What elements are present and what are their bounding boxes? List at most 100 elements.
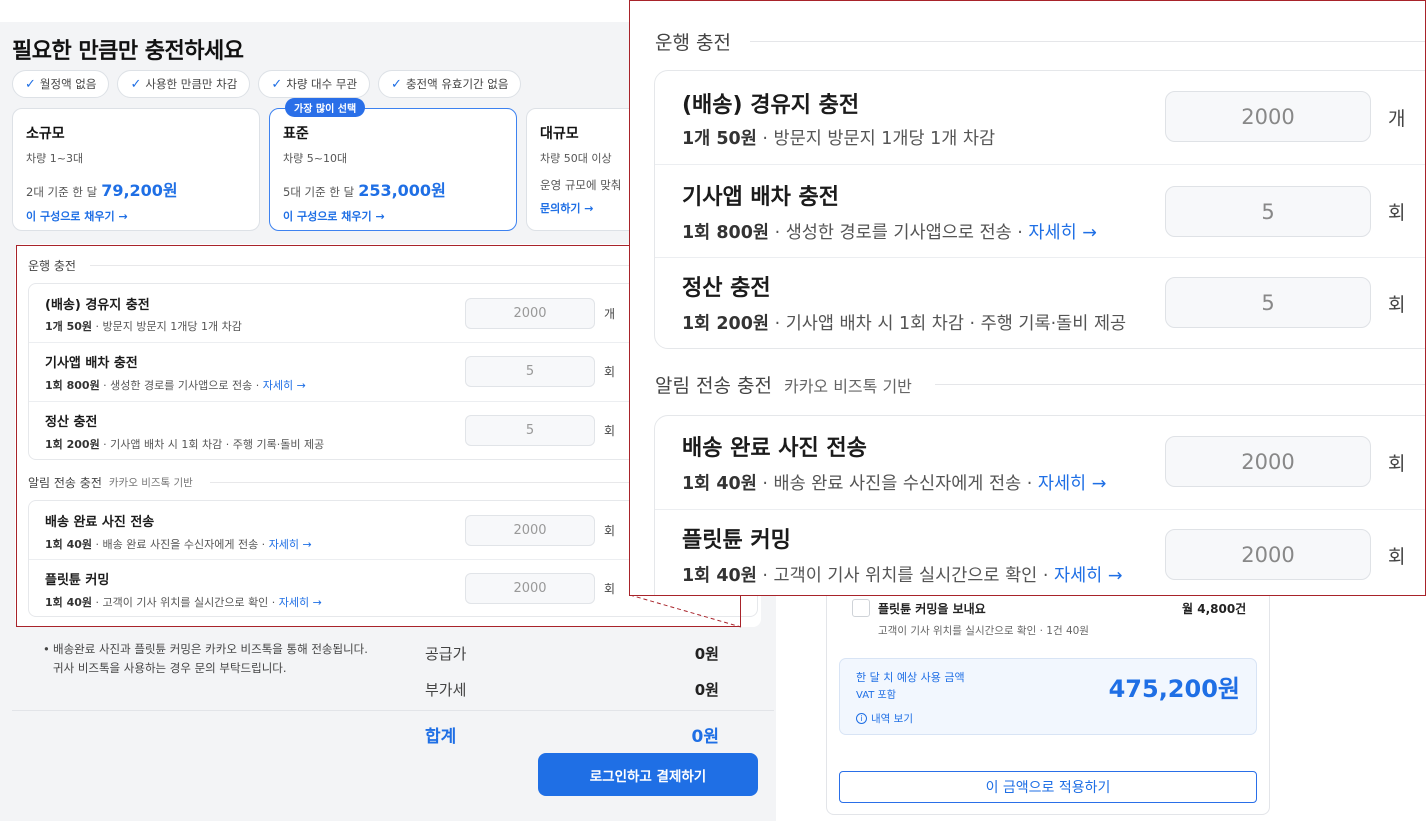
section-tag: 카카오 비즈톡 기반 xyxy=(108,477,193,489)
item-title: 플릿튠 커밍 xyxy=(45,573,110,588)
view-details-link[interactable]: i 내역 보기 xyxy=(856,711,913,726)
detail-link[interactable]: 자세히 → xyxy=(263,379,306,392)
item-price: 1개 50원 xyxy=(45,320,93,333)
estimate-item-title: 플릿튠 커밍을 보내요 xyxy=(878,602,986,616)
item-desc: · 기사앱 배차 시 1회 차감 · 주행 기록·돌비 제공 xyxy=(99,438,325,451)
zoom-plitun-quantity-input[interactable]: 2000 xyxy=(1165,529,1371,580)
item-price: 1회 40원 xyxy=(45,538,93,551)
item-desc: · 고객이 기사 위치를 실시간으로 확인 · xyxy=(92,596,279,609)
estimate-amount: 475,200원 xyxy=(1108,675,1240,703)
item-unit: 개 xyxy=(1388,108,1406,130)
plan-card-small[interactable]: 소규모 차량 1~3대 2대 기준 한 달 79,200원 이 구성으로 채우기 … xyxy=(12,108,260,231)
item-title: 정산 충전 xyxy=(45,415,98,430)
fill-config-link[interactable]: 이 구성으로 채우기 → xyxy=(26,208,246,224)
plan-price-prefix: 2대 기준 한 달 xyxy=(26,185,98,199)
plitun-checkbox[interactable] xyxy=(852,599,870,617)
plan-name: 대규모 xyxy=(540,126,579,142)
item-desc: · 생성한 경로를 기사앱으로 전송 · xyxy=(769,223,1029,243)
detail-link[interactable]: 자세히 → xyxy=(1054,566,1123,586)
zoom-photo-quantity-input[interactable]: 2000 xyxy=(1165,436,1371,487)
login-and-pay-button[interactable]: 로그인하고 결제하기 xyxy=(538,753,758,796)
settle-quantity-input[interactable]: 5 xyxy=(465,415,595,446)
item-title: 배송 완료 사진 전송 xyxy=(682,436,867,461)
vat-value: 0원 xyxy=(694,681,719,699)
plan-price-prefix: 5대 기준 한 달 xyxy=(283,185,355,199)
zoom-item-waypoint: (배송) 경유지 충전 1개 50원 · 방문지 방문지 1개당 1개 차감 2… xyxy=(655,71,1425,164)
section-alert: 알림 전송 충전 카카오 비즈톡 기반 xyxy=(28,476,193,490)
item-price: 1회 40원 xyxy=(682,474,757,494)
plan-price: 253,000원 xyxy=(358,181,446,200)
check-icon: ✓ xyxy=(391,76,402,92)
contact-link[interactable]: 문의하기 → xyxy=(540,200,632,216)
plan-name: 표준 xyxy=(283,126,309,142)
item-desc: · 배송 완료 사진을 수신자에게 전송 · xyxy=(92,538,269,551)
plitun-quantity-input[interactable]: 2000 xyxy=(465,573,595,604)
plan-price: 79,200원 xyxy=(101,181,178,200)
chip-any-vehicle-count: ✓ 차량 대수 무관 xyxy=(258,70,371,98)
item-price: 1회 800원 xyxy=(682,223,769,243)
item-title: 배송 완료 사진 전송 xyxy=(45,515,155,530)
check-icon: ✓ xyxy=(25,76,36,92)
zoom-operation-items: (배송) 경유지 충전 1개 50원 · 방문지 방문지 1개당 1개 차감 2… xyxy=(654,70,1425,349)
kakao-note: • 배송완료 사진과 플릿튠 커밍은 카카오 비즈톡을 통해 전송됩니다. 귀사… xyxy=(43,642,368,675)
zoom-settle-quantity-input[interactable]: 5 xyxy=(1165,277,1371,328)
item-desc: · 방문지 방문지 1개당 1개 차감 xyxy=(756,129,996,149)
vat-included-label: VAT 포함 xyxy=(856,690,896,701)
monthly-estimate-box: 한 달 치 예상 사용 금액 VAT 포함 475,200원 i 내역 보기 xyxy=(839,658,1257,735)
plan-vehicles: 차량 5~10대 xyxy=(283,152,348,165)
item-unit: 회 xyxy=(1388,453,1406,475)
divider xyxy=(12,710,774,711)
divider xyxy=(935,384,1425,385)
zoom-alert-items: 배송 완료 사진 전송 1회 40원 · 배송 완료 사진을 수신자에게 전송 … xyxy=(654,415,1425,595)
feature-chips: ✓ 월정액 없음 ✓ 사용한 만큼만 차감 ✓ 차량 대수 무관 ✓ 충전액 유효기간 … xyxy=(12,70,522,98)
dispatch-quantity-input[interactable]: 5 xyxy=(465,356,595,387)
plan-card-standard[interactable]: 표준 차량 5~10대 5대 기준 한 달 253,000원 이 구성으로 채우기… xyxy=(269,108,517,231)
total-row: 합계 0원 xyxy=(425,722,719,747)
supply-price-value: 0원 xyxy=(694,645,719,663)
bullet: • xyxy=(43,642,50,656)
item-title: 정산 충전 xyxy=(682,276,771,301)
item-price: 1회 200원 xyxy=(45,438,100,451)
waypoint-quantity-input[interactable]: 2000 xyxy=(465,298,595,329)
check-icon: ✓ xyxy=(130,76,142,92)
item-price: 1개 50원 xyxy=(682,129,757,149)
item-desc: · 배송 완료 사진을 수신자에게 전송 · xyxy=(756,474,1038,494)
info-icon: i xyxy=(856,713,867,724)
item-title: (배송) 경유지 충전 xyxy=(682,93,860,118)
detail-link[interactable]: 자세히 → xyxy=(279,596,322,609)
plan-vehicles: 차량 1~3대 xyxy=(26,152,84,165)
vat-row: 부가세 0원 xyxy=(425,681,719,699)
item-desc: · 방문지 방문지 1개당 1개 차감 xyxy=(92,320,242,333)
section-tag: 카카오 비즈톡 기반 xyxy=(783,377,912,396)
section-operation: 운행 충전 xyxy=(28,259,76,273)
plan-card-large[interactable]: 대규모 차량 50대 이상 운영 규모에 맞춰 문의하기 → xyxy=(526,108,646,231)
detail-link[interactable]: 자세히 → xyxy=(1038,474,1107,494)
item-unit: 회 xyxy=(1388,202,1406,224)
fill-config-link[interactable]: 이 구성으로 채우기 → xyxy=(283,208,503,224)
zoom-item-plitun: 플릿튠 커밍 1회 40원 · 고객이 기사 위치를 실시간으로 확인 · 자세… xyxy=(655,509,1425,595)
zoom-waypoint-quantity-input[interactable]: 2000 xyxy=(1165,91,1371,142)
zoom-item-dispatch: 기사앱 배차 충전 1회 800원 · 생성한 경로를 기사앱으로 전송 · 자… xyxy=(655,164,1425,257)
item-unit: 개 xyxy=(604,307,616,321)
total-value: 0원 xyxy=(691,727,719,747)
item-price: 1회 200원 xyxy=(682,314,769,334)
item-price: 1회 40원 xyxy=(45,596,93,609)
item-price: 1회 40원 xyxy=(682,566,757,586)
estimate-item-price: 월 4,800건 xyxy=(1182,602,1247,616)
item-title: 플릿튠 커밍 xyxy=(682,528,791,553)
apply-amount-button[interactable]: 이 금액으로 적용하기 xyxy=(839,771,1257,803)
most-popular-badge: 가장 많이 선택 xyxy=(285,98,366,117)
item-unit: 회 xyxy=(604,424,616,438)
estimate-label: 한 달 치 예상 사용 금액 xyxy=(856,671,965,684)
zoom-inset: 운행 충전 (배송) 경유지 충전 1개 50원 · 방문지 방문지 1개당 1… xyxy=(629,0,1426,596)
zoom-item-photo: 배송 완료 사진 전송 1회 40원 · 배송 완료 사진을 수신자에게 전송 … xyxy=(655,416,1425,509)
item-title: 기사앱 배차 충전 xyxy=(45,356,138,371)
photo-quantity-input[interactable]: 2000 xyxy=(465,515,595,546)
zoom-section-operation: 운행 충전 xyxy=(655,32,731,54)
detail-link[interactable]: 자세히 → xyxy=(1028,223,1097,243)
item-unit: 회 xyxy=(1388,546,1406,568)
detail-link[interactable]: 자세히 → xyxy=(269,538,312,551)
page-title: 필요한 만큼만 충전하세요 xyxy=(12,39,244,64)
estimate-item-desc: 고객이 기사 위치를 실시간으로 확인 · 1건 40원 xyxy=(878,625,1089,637)
zoom-dispatch-quantity-input[interactable]: 5 xyxy=(1165,186,1371,237)
